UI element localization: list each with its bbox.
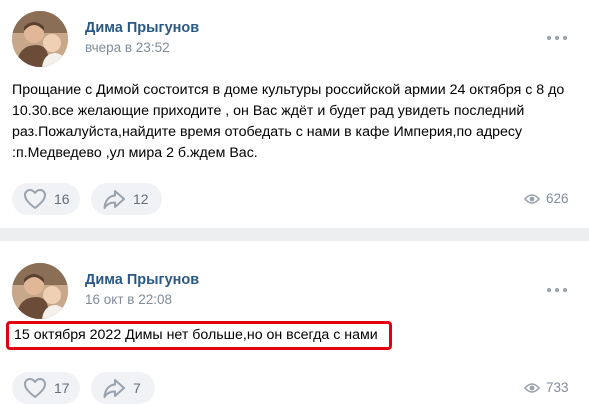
share-count: 7 bbox=[133, 380, 141, 396]
post-card: Дима Прыгунов вчера в 23:52 Прощание с Д… bbox=[0, 0, 589, 228]
author-name[interactable]: Дима Прыгунов bbox=[85, 272, 199, 288]
like-button[interactable]: 16 bbox=[12, 183, 80, 215]
views-counter: 626 bbox=[524, 191, 569, 206]
post-time[interactable]: 16 окт в 22:08 bbox=[85, 292, 172, 307]
heart-icon bbox=[24, 189, 46, 209]
views-counter: 733 bbox=[524, 380, 569, 395]
more-icon[interactable] bbox=[547, 288, 567, 294]
eye-icon bbox=[524, 193, 540, 204]
avatar[interactable] bbox=[12, 11, 68, 67]
share-button[interactable]: 7 bbox=[91, 372, 155, 404]
views-count: 626 bbox=[546, 191, 569, 206]
like-count: 17 bbox=[54, 380, 70, 396]
heart-icon bbox=[24, 378, 46, 398]
post-text-highlighted: 15 октября 2022 Димы нет больше,но он вс… bbox=[6, 321, 392, 350]
like-button[interactable]: 17 bbox=[12, 372, 80, 404]
views-count: 733 bbox=[546, 380, 569, 395]
like-count: 16 bbox=[54, 191, 70, 207]
post-time[interactable]: вчера в 23:52 bbox=[85, 40, 170, 55]
share-button[interactable]: 12 bbox=[91, 183, 162, 215]
eye-icon bbox=[524, 382, 540, 393]
author-name[interactable]: Дима Прыгунов bbox=[85, 20, 199, 36]
share-icon bbox=[103, 379, 125, 398]
feed-divider bbox=[0, 228, 589, 241]
share-count: 12 bbox=[133, 191, 149, 207]
more-icon[interactable] bbox=[547, 36, 567, 42]
post-text: Прощание с Димой состоится в доме культу… bbox=[12, 82, 565, 161]
share-icon bbox=[103, 190, 125, 209]
avatar[interactable] bbox=[12, 263, 68, 319]
